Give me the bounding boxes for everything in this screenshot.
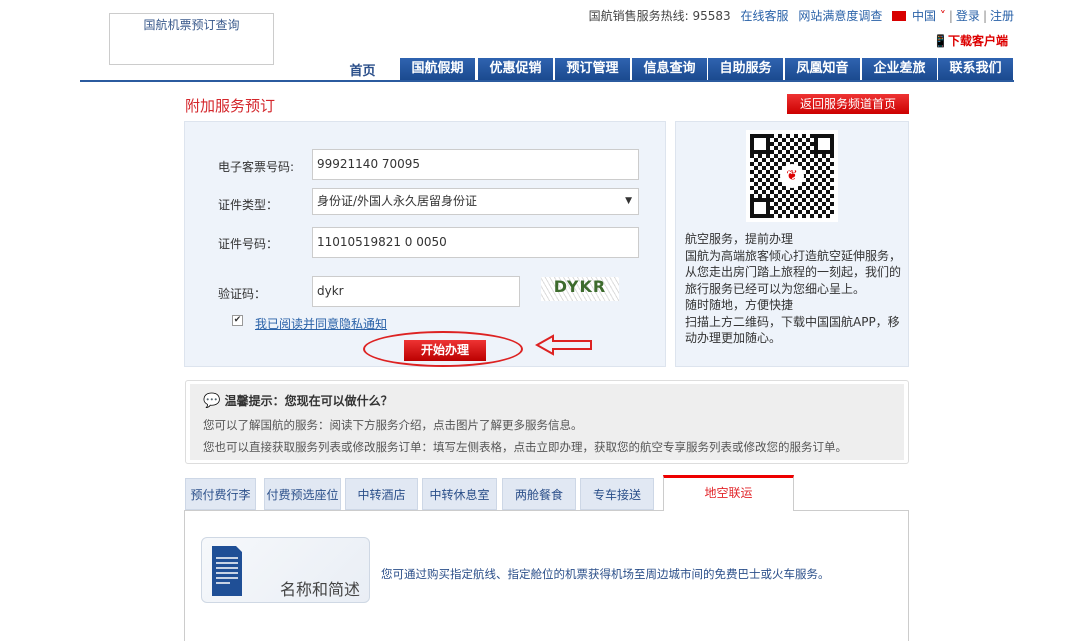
tab-transit-hotel[interactable]: 中转酒店 [345,478,418,510]
nav-item[interactable]: 企业差旅 [862,58,937,80]
promo-heading-2: 随时随地，方便快捷 [685,297,905,314]
qr-code: ❦ [746,130,838,222]
tab-transit-lounge[interactable]: 中转休息室 [422,478,497,510]
tab-paid-seat[interactable]: 付费预选座位 [264,478,341,510]
promo-text-1: 国航为高端旅客倾心打造航空延伸服务，从您走出房门踏上旅程的一刻起，我们的旅行服务… [685,248,905,298]
id-type-select[interactable]: 身份证/外国人永久居留身份证▼ [312,188,639,215]
document-icon [212,546,242,596]
nav-item[interactable]: 信息查询 [632,58,707,80]
privacy-notice-link[interactable]: 我已阅读并同意隐私通知 [255,315,387,332]
captcha-label: 验证码： [218,285,266,302]
tab-car-transfer[interactable]: 专车接送 [580,478,654,510]
nav-item[interactable]: 联系我们 [938,58,1013,80]
login-link[interactable]: 登录 [956,9,980,23]
hotline: 国航销售服务热线: 95583 [589,9,731,23]
tip-box: 💬 温馨提示：您现在可以做什么？ 您可以了解国航的服务：阅读下方服务介绍，点击图… [185,380,909,464]
survey-link[interactable]: 网站满意度调查 [798,9,882,23]
tip-title: 温馨提示：您现在可以做什么？ [225,394,393,408]
id-type-label: 证件类型： [218,196,278,213]
tab-air-ground-transport[interactable]: 地空联运 [663,475,794,511]
register-link[interactable]: 注册 [990,9,1014,23]
nav-item[interactable]: 优惠促销 [478,58,553,80]
id-number-label: 证件号码： [218,235,278,252]
captcha-image[interactable]: DYKR [541,277,619,301]
ticket-label: 电子客票号码: [218,158,294,175]
online-service-link[interactable]: 在线客服 [741,9,789,23]
promo-text-2: 扫描上方二维码，下载中国国航APP，移动办理更加随心。 [685,314,905,347]
airchina-logo-icon: ❦ [780,164,804,188]
nav-item[interactable]: 预订管理 [555,58,630,80]
service-description: 您可通过购买指定航线、指定舱位的机票获得机场至周边城市间的免费巴士或火车服务。 [381,566,830,582]
ticket-number-input[interactable]: 99921140 70095 [312,149,639,180]
app-promo-panel: ❦ 航空服务，提前办理 国航为高端旅客倾心打造航空延伸服务，从您走出房门踏上旅程… [675,121,909,367]
service-card-label: 名称和简述 [280,576,360,600]
page-title: 附加服务预订 [185,95,275,116]
tip-line-2: 您也可以直接获取服务列表或修改服务订单：填写左侧表格，点击立即办理，获取您的航空… [203,439,847,455]
logo-alt-text: 国航机票预订查询 [143,18,239,32]
nav-item[interactable]: 自助服务 [708,58,783,80]
nav-divider [80,80,1014,82]
agree-checkbox[interactable]: ✔ [232,315,243,326]
nav-item[interactable]: 国航假期 [400,58,475,80]
captcha-input[interactable]: dykr [312,276,520,307]
arrow-left-icon [535,334,595,356]
nav-item[interactable]: 凤凰知音 [785,58,860,80]
id-number-input[interactable]: 11010519821 0 0050 [312,227,639,258]
logo[interactable]: 国航机票预订查询 [109,13,274,65]
tab-content: 名称和简述 您可通过购买指定航线、指定舱位的机票获得机场至周边城市间的免费巴士或… [184,510,909,641]
tip-line-1: 您可以了解国航的服务：阅读下方服务介绍，点击图片了解更多服务信息。 [203,417,583,433]
back-to-service-home-button[interactable]: 返回服务频道首页 [787,94,909,114]
tab-premium-meal[interactable]: 两舱餐食 [502,478,576,510]
china-flag-icon [892,11,906,21]
start-button[interactable]: 开始办理 [404,340,486,361]
booking-form: 电子客票号码: 99921140 70095 证件类型： 身份证/外国人永久居留… [184,121,666,367]
top-bar: 国航销售服务热线: 95583 在线客服 网站满意度调查 中国 ˅|登录|注册 [589,7,1014,24]
speech-bubble-icon: 💬 [203,393,220,409]
service-card[interactable]: 名称和简述 [201,537,370,603]
nav-home[interactable]: 首页 [340,60,385,80]
dropdown-arrow-icon: ▼ [625,189,632,214]
download-client-link[interactable]: 📱下载客户端 [933,32,1008,49]
promo-heading-1: 航空服务，提前办理 [685,231,905,248]
tab-prepaid-baggage[interactable]: 预付费行李 [185,478,256,510]
region-select[interactable]: 中国 ˅ [912,9,946,23]
chevron-down-icon: ˅ [940,9,946,23]
phone-icon: 📱 [933,34,948,48]
